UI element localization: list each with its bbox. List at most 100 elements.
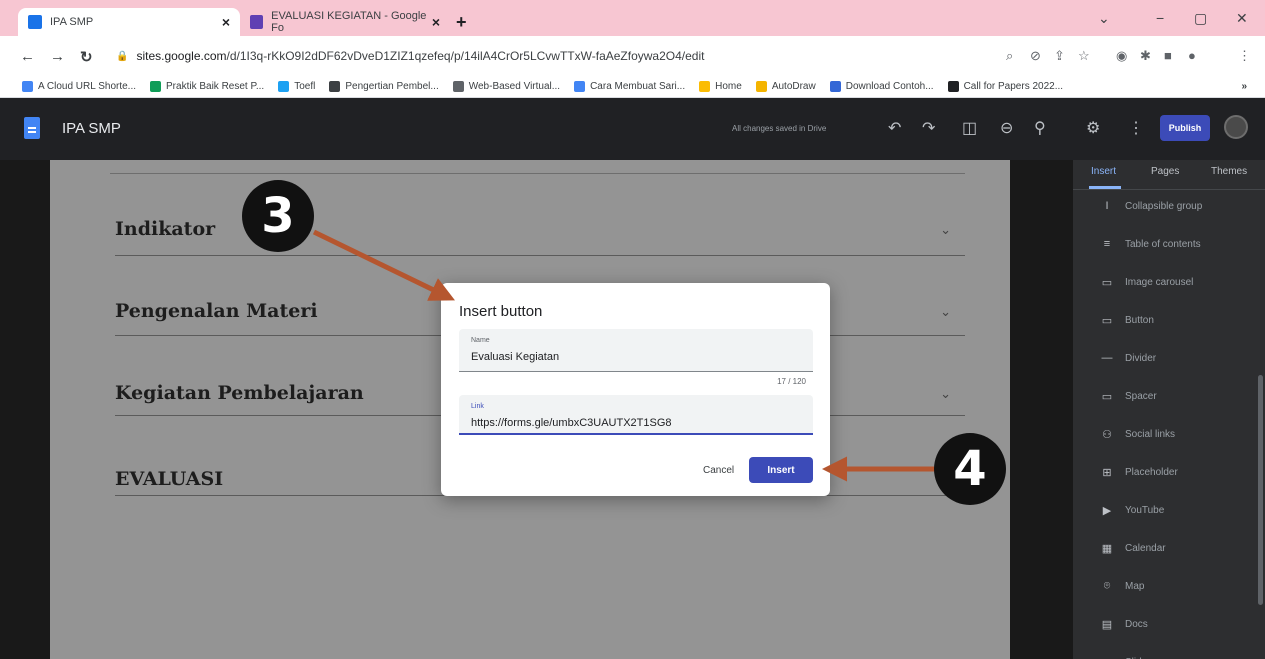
bookmark-item[interactable]: Cara Membuat Sari... [574, 81, 685, 92]
maximize-icon[interactable]: ▢ [1194, 10, 1207, 27]
google-forms-favicon-icon [250, 15, 264, 29]
preview-icon[interactable]: ◫ [962, 118, 977, 138]
insert-item-map[interactable]: ⌾ Map [1097, 580, 1145, 593]
google-sites-logo-icon[interactable] [24, 117, 40, 139]
bookmark-item[interactable]: AutoDraw [755, 81, 816, 92]
sites-app-bar: IPA SMP All changes saved in Drive ↶ ↷ ◫… [0, 98, 1265, 160]
reload-icon[interactable]: ↻ [80, 48, 93, 66]
step-4-badge: 4 [934, 433, 1006, 505]
eye-off-icon[interactable]: ⊘ [1030, 48, 1041, 64]
name-field-value[interactable]: Evaluasi Kegiatan [471, 351, 559, 363]
bookmarks-bar: A Cloud URL Shorte... Praktik Baik Reset… [0, 76, 1265, 98]
insert-item-image-carousel[interactable]: ▭ Image carousel [1097, 276, 1194, 289]
cancel-button[interactable]: Cancel [703, 465, 734, 476]
new-tab-button[interactable]: + [456, 12, 467, 33]
copy-link-icon[interactable]: ⊖ [1000, 118, 1013, 138]
button-link-field[interactable]: Link https://forms.gle/umbxC3UAUTX2T1SG8 [459, 395, 813, 435]
publish-button[interactable]: Publish [1160, 115, 1210, 141]
profile-avatar-icon[interactable]: ● [1188, 48, 1196, 63]
insert-item-label: Image carousel [1125, 277, 1194, 288]
settings-gear-icon[interactable]: ⚙ [1086, 118, 1100, 138]
url-path: /d/1I3q-rKkO9I2dDF62vDveD1ZIZ1qzefeq/p/1… [226, 49, 705, 63]
tab-search-icon[interactable]: ⌄ [1098, 10, 1110, 27]
puzzle-extensions-icon[interactable]: ✱ [1140, 48, 1151, 64]
share-with-others-icon[interactable]: ⚲ [1034, 118, 1046, 138]
insert-item-label: Docs [1125, 619, 1148, 630]
insert-item-button[interactable]: ▭ Button [1097, 314, 1154, 327]
step-3-badge: 3 [242, 180, 314, 252]
insert-item-label: Divider [1125, 352, 1157, 364]
google-sites-favicon-icon [28, 15, 42, 29]
more-options-icon[interactable]: ⋮ [1128, 118, 1144, 138]
bookmark-item[interactable]: Home [699, 81, 742, 92]
insert-item-calendar[interactable]: ▦ Calendar [1097, 542, 1166, 555]
browser-menu-icon[interactable]: ⋮ [1238, 48, 1251, 64]
share-icon[interactable]: ⇪ [1054, 48, 1065, 64]
insert-item-social-links[interactable]: ⚇ Social links [1097, 428, 1175, 441]
insert-item-label: Collapsible group [1125, 200, 1203, 212]
browser-tab-evaluasi[interactable]: EVALUASI KEGIATAN - Google Fo × [240, 8, 450, 36]
insert-item-collapsible-group[interactable]: I Collapsible group [1097, 200, 1202, 212]
url-omnibox[interactable]: 🔒 sites.google.com/d/1I3q-rKkO9I2dDF62vD… [106, 42, 986, 70]
insert-item-docs[interactable]: ▤ Docs [1097, 618, 1148, 631]
insert-item-label: Button [1125, 315, 1154, 326]
tab-insert[interactable]: Insert [1091, 166, 1116, 177]
bookmark-favicon-icon [755, 81, 767, 92]
insert-item-placeholder[interactable]: ⊞ Placeholder [1097, 466, 1177, 479]
bookmark-item[interactable]: Download Contoh... [829, 81, 934, 92]
bookmark-item[interactable]: Praktik Baik Reset P... [150, 81, 264, 92]
youtube-icon: ▶ [1102, 505, 1112, 517]
undo-icon[interactable]: ↶ [888, 118, 901, 138]
close-window-icon[interactable]: ✕ [1236, 10, 1248, 27]
redo-icon[interactable]: ↷ [922, 118, 935, 138]
insert-item-label: Calendar [1125, 543, 1166, 554]
link-field-label: Link [471, 403, 484, 410]
name-char-counter: 17 / 120 [777, 377, 806, 386]
insert-item-spacer[interactable]: ▭ Spacer [1097, 390, 1157, 403]
extension-icon[interactable]: ◉ [1116, 48, 1127, 64]
site-title[interactable]: IPA SMP [62, 120, 121, 137]
side-panel-tabs: Insert Pages Themes [1073, 160, 1265, 190]
save-status: All changes saved in Drive [732, 124, 827, 133]
link-field-value[interactable]: https://forms.gle/umbxC3UAUTX2T1SG8 [471, 417, 672, 429]
bookmark-item[interactable]: Web-Based Virtual... [452, 81, 560, 92]
insert-item-label: Social links [1125, 429, 1176, 440]
bookmark-star-icon[interactable]: ☆ [1078, 48, 1090, 64]
more-bookmarks-icon[interactable]: » [1241, 81, 1247, 92]
account-avatar[interactable] [1224, 115, 1248, 139]
insert-item-label: Map [1125, 581, 1145, 592]
url-host: sites.google.com [136, 49, 227, 63]
map-pin-icon: ⌾ [1103, 580, 1111, 592]
insert-item-divider[interactable]: — Divider [1097, 352, 1157, 364]
bookmark-favicon-icon [150, 81, 162, 92]
tab-pages[interactable]: Pages [1151, 166, 1179, 177]
forward-arrow-icon[interactable]: → [50, 48, 65, 65]
collapsible-group-icon: I [1105, 200, 1109, 212]
zoom-icon[interactable]: ⌕ [1006, 48, 1013, 64]
bookmark-item[interactable]: Toefl [278, 81, 315, 92]
close-tab-icon[interactable]: × [222, 14, 230, 30]
tab-themes[interactable]: Themes [1211, 166, 1247, 177]
insert-item-label: Spacer [1125, 391, 1157, 402]
side-panel-icon[interactable]: ■ [1164, 48, 1172, 63]
docs-icon: ▤ [1101, 619, 1113, 631]
name-field-label: Name [471, 337, 490, 344]
bookmark-favicon-icon [452, 81, 464, 92]
insert-button[interactable]: Insert [749, 457, 813, 483]
bookmark-item[interactable]: Pengertian Pembel... [329, 81, 439, 92]
lock-icon: 🔒 [116, 50, 129, 62]
minimize-icon[interactable]: − [1156, 10, 1164, 26]
button-name-field[interactable]: Name Evaluasi Kegiatan [459, 329, 813, 372]
social-links-icon: ⚇ [1102, 429, 1112, 441]
placeholder-icon: ⊞ [1102, 467, 1112, 479]
browser-tab-ipa-smp[interactable]: IPA SMP × [18, 8, 240, 36]
insert-item-youtube[interactable]: ▶ YouTube [1097, 504, 1165, 517]
side-panel-scrollbar[interactable] [1258, 375, 1263, 605]
bookmark-item[interactable]: A Cloud URL Shorte... [22, 81, 136, 92]
bookmark-item[interactable]: Call for Papers 2022... [947, 81, 1063, 92]
close-tab-icon[interactable]: × [432, 14, 440, 30]
back-arrow-icon[interactable]: ← [20, 48, 35, 65]
tab-title: EVALUASI KEGIATAN - Google Fo [271, 10, 427, 34]
insert-item-table-of-contents[interactable]: ≡ Table of contents [1097, 238, 1201, 250]
bookmark-favicon-icon [329, 81, 341, 92]
